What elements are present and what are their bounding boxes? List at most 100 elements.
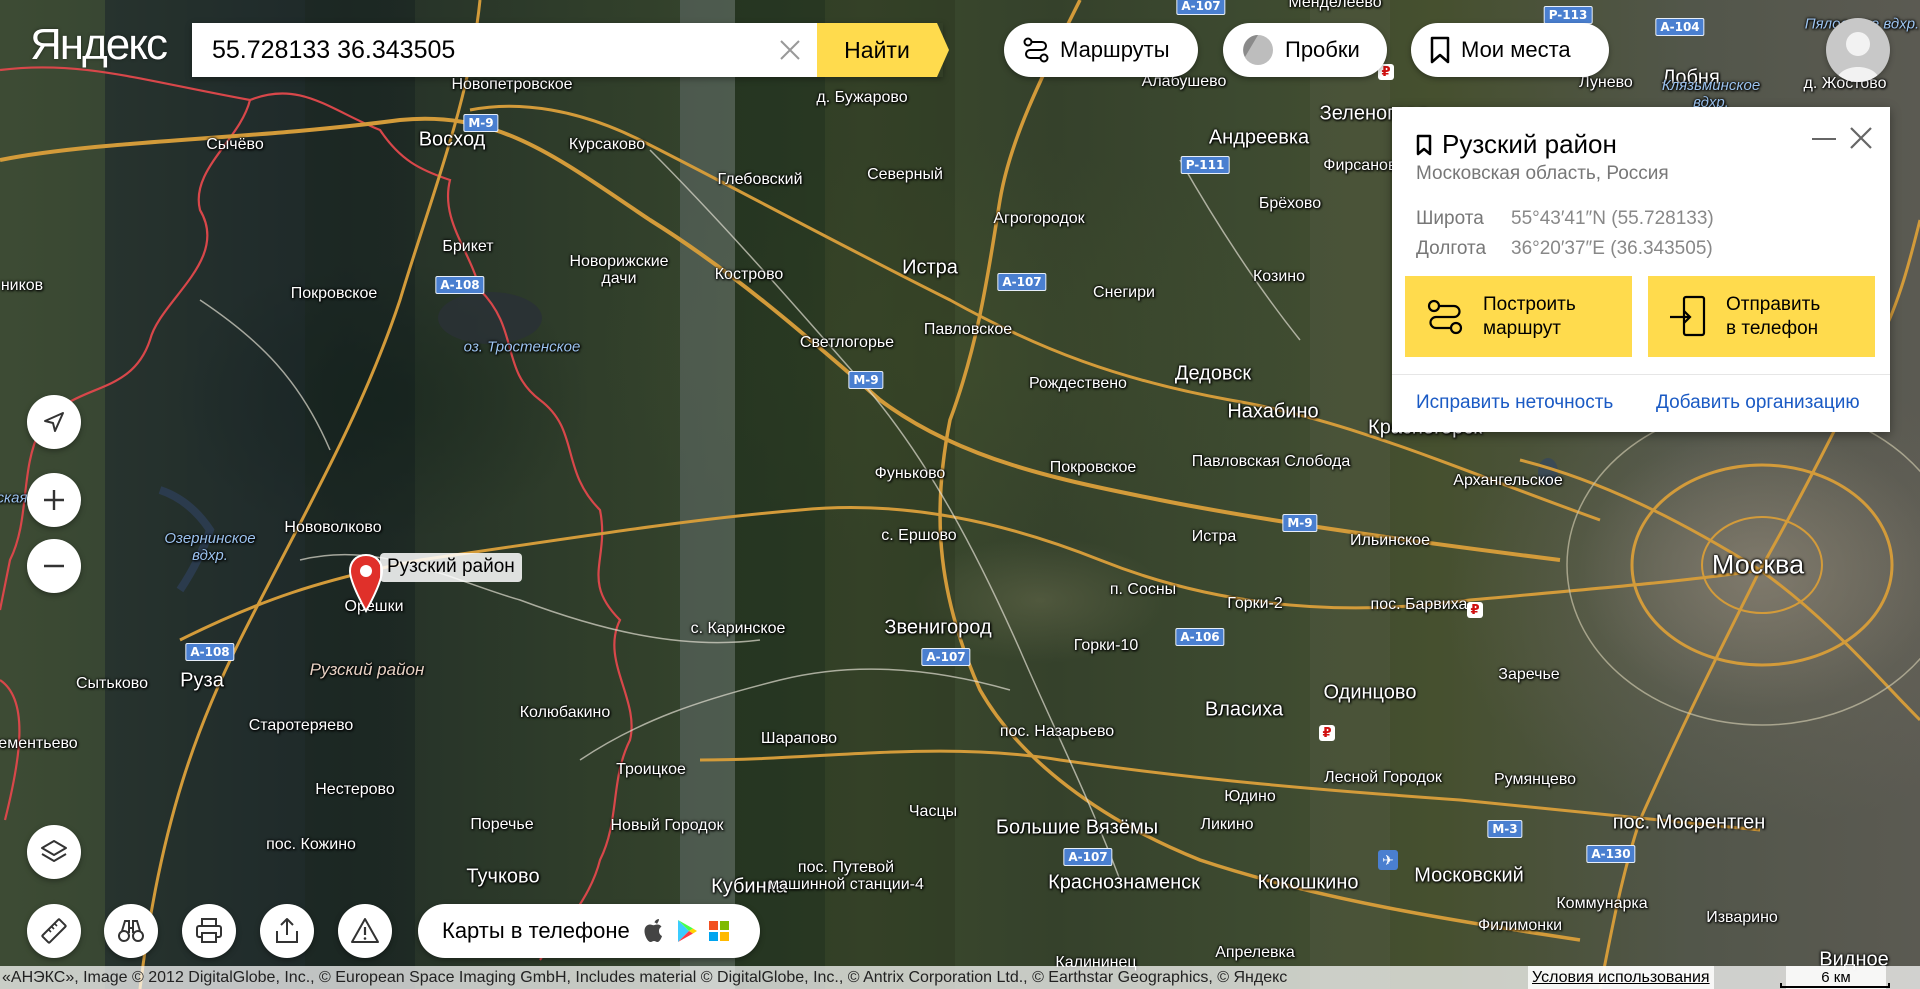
map-label: Истра — [902, 256, 958, 279]
route-icon — [1023, 37, 1049, 63]
layers-button[interactable] — [27, 825, 81, 879]
road-shield: A-130 — [1586, 845, 1636, 863]
map-label: пос. Путевой машинной станции-4 — [768, 859, 924, 893]
my-places-button[interactable]: Мои места — [1411, 23, 1609, 77]
card-subtitle: Московская область, Россия — [1416, 163, 1669, 184]
map-label: Краснознаменск — [1048, 871, 1200, 894]
map-label: Шарапово — [760, 730, 838, 747]
zoom-out-button[interactable] — [27, 539, 81, 593]
my-places-label: Мои места — [1461, 37, 1571, 62]
build-route-button[interactable]: Построить маршрут — [1405, 276, 1632, 357]
clear-icon[interactable] — [777, 37, 803, 63]
minimize-icon[interactable] — [1810, 127, 1838, 151]
map-label: д. Бужарово — [816, 89, 908, 106]
terms-link[interactable]: Условия использования — [1528, 966, 1714, 989]
ruler-icon — [41, 918, 67, 944]
add-organization-link[interactable]: Добавить организацию — [1656, 392, 1860, 414]
road-shield: A-107 — [997, 273, 1047, 291]
map-label: Колюбакино — [519, 704, 611, 721]
scale-bar — [1780, 983, 1890, 988]
map-label: Фуньково — [874, 465, 946, 482]
card-title: Рузский район — [1416, 129, 1617, 160]
panorama-button[interactable] — [104, 904, 158, 958]
metro-icon: ₽ — [1319, 725, 1335, 741]
road-shield: A-107 — [921, 648, 971, 666]
google-play-icon[interactable] — [676, 919, 698, 943]
map-label: Власиха — [1204, 698, 1284, 721]
water-label: оз. Тростенское — [463, 338, 581, 356]
plus-icon — [44, 490, 64, 510]
longitude-value[interactable]: 36°20′37″E (36.343505) — [1511, 238, 1713, 260]
routes-label: Маршруты — [1060, 37, 1170, 62]
map-label: Коммунарка — [1556, 895, 1648, 912]
region-label: Рузский район — [309, 660, 425, 679]
yandex-logo[interactable]: Яндекс — [30, 20, 168, 70]
road-shield: A-104 — [1655, 18, 1705, 36]
map-label: пос. Барвиха — [1370, 596, 1468, 613]
user-icon — [1836, 32, 1880, 82]
report-error-button[interactable] — [338, 904, 392, 958]
close-icon[interactable] — [1846, 123, 1876, 153]
latitude-label: Широта — [1416, 208, 1484, 229]
map-label: Лесной Городок — [1324, 769, 1442, 786]
road-shield: A-108 — [185, 643, 235, 661]
map-label: Брёхово — [1258, 195, 1322, 212]
user-avatar[interactable] — [1826, 18, 1890, 82]
map-label: Кокошкино — [1257, 871, 1359, 894]
send-to-phone-button[interactable]: Отправить в телефон — [1648, 276, 1875, 357]
map-label: пос. Кожино — [266, 836, 356, 853]
traffic-button[interactable]: Пробки — [1223, 23, 1387, 77]
share-button[interactable] — [260, 904, 314, 958]
map-label: Павловское — [923, 321, 1013, 338]
map-label: п. Сосны — [1109, 581, 1177, 598]
road-shield: P-111 — [1180, 156, 1230, 174]
road-shield: M-9 — [1282, 514, 1318, 532]
build-route-line1: Построить — [1483, 293, 1576, 315]
map-label: Ликино — [1200, 816, 1254, 833]
minus-icon — [44, 564, 64, 568]
find-button[interactable]: Найти — [817, 23, 949, 77]
map-label: Горки-10 — [1073, 637, 1139, 654]
send-to-phone-line1: Отправить — [1726, 293, 1821, 315]
latitude-value[interactable]: 55°43′41″N (55.728133) — [1511, 208, 1714, 230]
map-label: ементьево — [0, 735, 78, 752]
map-label: Апрелевка — [1215, 944, 1295, 961]
marker-label[interactable]: Рузский район — [380, 553, 522, 582]
map-label: Светлогорье — [799, 334, 895, 351]
fix-inaccuracy-link[interactable]: Исправить неточность — [1416, 392, 1613, 414]
water-label: Озернинское вдхр. — [164, 530, 256, 564]
map-label: Новопетровское — [451, 76, 573, 93]
map-label: с. Ершово — [881, 527, 957, 544]
map-label: Поречье — [470, 816, 534, 833]
zoom-in-button[interactable] — [27, 473, 81, 527]
map-label: Большие Вязёмы — [995, 816, 1159, 839]
mobile-app-banner[interactable]: Карты в телефоне — [418, 904, 760, 958]
search-input[interactable] — [192, 23, 817, 77]
longitude-label: Долгота — [1416, 238, 1487, 259]
road-shield: A-107 — [1176, 0, 1226, 15]
map-label: Козино — [1252, 268, 1306, 285]
divider — [1392, 374, 1890, 375]
map-label: Кострово — [714, 266, 784, 283]
build-route-label: Построить маршрут — [1483, 293, 1576, 341]
routes-button[interactable]: Маршруты — [1004, 23, 1198, 77]
map-label: с. Каринское — [690, 620, 786, 637]
map-label: Изварино — [1706, 909, 1778, 926]
city-label: Москва — [1711, 549, 1805, 580]
map-label: Снегири — [1093, 284, 1155, 301]
map-label: Глебовский — [717, 171, 803, 188]
warning-icon — [351, 918, 379, 943]
print-button[interactable] — [182, 904, 236, 958]
map-label: Московский — [1414, 864, 1524, 887]
map-label: Менделеево — [1288, 0, 1382, 11]
traffic-label: Пробки — [1285, 37, 1360, 62]
map-label: ников — [0, 277, 44, 294]
map-label: Лунево — [1579, 74, 1633, 91]
longitude-row: Долгота 36°20′37″E (36.343505) — [1416, 238, 1713, 260]
locate-button[interactable] — [27, 395, 81, 449]
airport-icon: ✈ — [1378, 850, 1398, 870]
windows-icon[interactable] — [708, 920, 730, 942]
apple-icon[interactable] — [642, 918, 664, 944]
ruler-button[interactable] — [27, 904, 81, 958]
bookmark-icon[interactable] — [1416, 134, 1432, 156]
